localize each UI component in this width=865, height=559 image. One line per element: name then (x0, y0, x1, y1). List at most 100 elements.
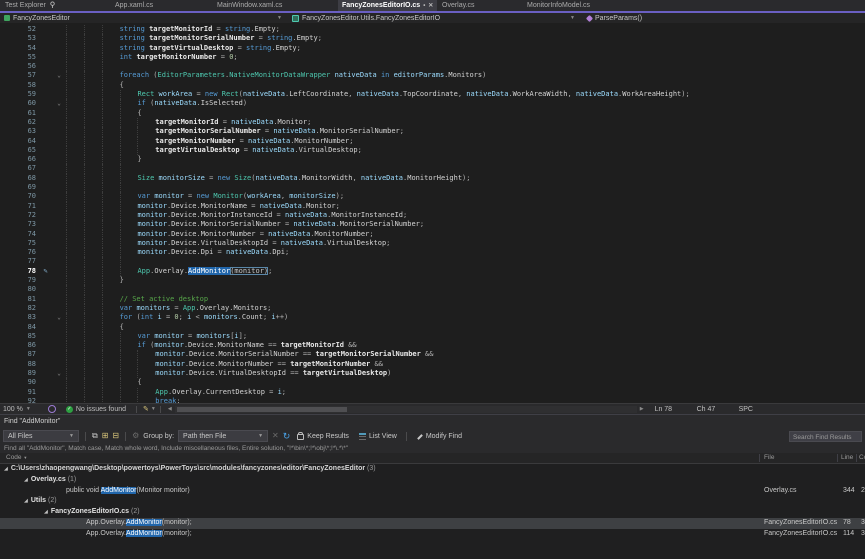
modify-find-button[interactable]: Modify Find (413, 433, 465, 440)
tab-app-xaml-cs[interactable]: App.xaml.cs (111, 0, 157, 11)
code-line-67[interactable]: 67 (0, 164, 865, 173)
code-line-53[interactable]: 53 string targetMonitorSerialNumber = st… (0, 34, 865, 43)
code-line-82[interactable]: 82 var monitors = App.Overlay.Monitors; (0, 304, 865, 313)
fold-collapse-icon[interactable]: ⌄ (52, 369, 66, 378)
code-line-62[interactable]: 62 targetMonitorId = nativeData.Monitor; (0, 118, 865, 127)
result-match-row[interactable]: App.Overlay.AddMonitor(monitor);FancyZon… (0, 518, 865, 529)
fold-collapse-icon[interactable]: ⌄ (52, 99, 66, 108)
list-view-icon (359, 433, 366, 440)
copy-icon[interactable]: ⧉ (92, 432, 98, 440)
code-line-59[interactable]: 59 Rect workArea = new Rect(nativeData.L… (0, 90, 865, 99)
close-icon[interactable]: ✕ (428, 3, 433, 9)
tab-label: Test Explorer (5, 2, 46, 9)
scope-dropdown[interactable]: All Files ▼ (3, 430, 79, 442)
code-line-75[interactable]: 75 monitor.Device.VirtualDesktopId = nat… (0, 239, 865, 248)
code-line-58[interactable]: 58 { (0, 81, 865, 90)
tab-test-explorer[interactable]: Test Explorer (1, 0, 60, 11)
result-match-row[interactable]: public void AddMonitor(Monitor monitor)O… (0, 486, 865, 497)
code-line-85[interactable]: 85 var monitor = monitors[i]; (0, 332, 865, 341)
fold-collapse-icon[interactable]: ⌄ (52, 313, 66, 322)
code-line-54[interactable]: 54 string targetVirtualDesktop = string.… (0, 44, 865, 53)
code-line-63[interactable]: 63 targetMonitorSerialNumber = nativeDat… (0, 127, 865, 136)
code-line-87[interactable]: 87 monitor.Device.MonitorSerialNumber ==… (0, 350, 865, 359)
code-line-76[interactable]: 76 monitor.Device.Dpi = nativeData.Dpi; (0, 248, 865, 257)
tab-fancyzoneseditorio-cs[interactable]: FancyZonesEditorIO.cs•✕ (338, 0, 437, 11)
code-line-70[interactable]: 70 var monitor = new Monitor(workArea, m… (0, 192, 865, 201)
scroll-right-icon[interactable]: ▶ (637, 406, 647, 412)
issues-status[interactable]: No issues found (76, 406, 126, 413)
edit-pencil-icon[interactable]: ✎ (39, 267, 52, 276)
code-line-68[interactable]: 68 Size monitorSize = new Size(nativeDat… (0, 174, 865, 183)
horizontal-scrollbar[interactable] (175, 406, 637, 413)
result-group-row[interactable]: ◢Utils (2) (0, 496, 865, 507)
code-line-90[interactable]: 90 { (0, 378, 865, 387)
settings-gear-icon[interactable]: ⚙ (132, 432, 139, 440)
code-line-88[interactable]: 88 monitor.Device.MonitorNumber == targe… (0, 360, 865, 369)
refresh-icon[interactable]: ↻ (283, 432, 291, 441)
group-by-dropdown[interactable]: Path then File ▼ (178, 430, 268, 442)
code-line-77[interactable]: 77 (0, 257, 865, 266)
code-text: foreach (EditorParameters.NativeMonitorD… (66, 71, 486, 80)
code-line-61[interactable]: 61 { (0, 109, 865, 118)
code-line-55[interactable]: 55 int targetMonitorNumber = 0; (0, 53, 865, 62)
type-dropdown[interactable]: FancyZonesEditor.Utils.FancyZonesEditorI… (288, 13, 583, 23)
project-dropdown[interactable]: FancyZonesEditor ▼ (0, 13, 288, 23)
column-divider[interactable] (856, 454, 857, 462)
column-header-column[interactable]: Column (859, 453, 865, 463)
keep-results-button[interactable]: Keep Results (294, 432, 352, 440)
scroll-left-icon[interactable]: ◀ (165, 406, 175, 412)
tab-overlay-cs[interactable]: Overlay.cs (438, 0, 479, 11)
expander-icon[interactable]: ◢ (4, 466, 8, 472)
member-dropdown[interactable]: ParseParams() (583, 13, 642, 23)
code-line-91[interactable]: 91 App.Overlay.CurrentDesktop = i; (0, 388, 865, 397)
code-line-83[interactable]: 83⌄ for (int i = 0; i < monitors.Count; … (0, 313, 865, 322)
tab-monitorinfomodel-cs[interactable]: MonitorInfoModel.cs (523, 0, 594, 11)
result-group-row[interactable]: ◢Overlay.cs (1) (0, 475, 865, 486)
collapse-all-icon[interactable]: ⊟ (112, 432, 119, 440)
tab-mainwindow-xaml-cs[interactable]: MainWindow.xaml.cs (213, 0, 286, 11)
document-health-icon[interactable] (48, 405, 56, 413)
breakpoint-margin (39, 71, 52, 80)
code-line-72[interactable]: 72 monitor.Device.MonitorInstanceId = na… (0, 211, 865, 220)
expander-icon[interactable]: ◢ (24, 498, 28, 504)
code-line-71[interactable]: 71 monitor.Device.MonitorName = nativeDa… (0, 202, 865, 211)
result-group-row[interactable]: ◢C:\Users\zhaopengwang\Desktop\powertoys… (0, 464, 865, 475)
column-header-code[interactable]: Code ▼ (6, 453, 27, 463)
code-line-73[interactable]: 73 monitor.Device.MonitorSerialNumber = … (0, 220, 865, 229)
fold-collapse-icon[interactable]: ⌄ (52, 71, 66, 80)
code-line-86[interactable]: 86 if (monitor.Device.MonitorName == tar… (0, 341, 865, 350)
zoom-selector[interactable]: 100 % ▼ (0, 406, 34, 413)
column-divider[interactable] (837, 454, 838, 462)
result-match-row[interactable]: App.Overlay.AddMonitor(monitor);FancyZon… (0, 529, 865, 540)
code-editor[interactable]: 52 string targetMonitorId = string.Empty… (0, 23, 865, 403)
column-header-file[interactable]: File (764, 453, 774, 463)
code-line-84[interactable]: 84 { (0, 323, 865, 332)
code-line-66[interactable]: 66 } (0, 155, 865, 164)
pin-icon[interactable] (49, 1, 56, 10)
expander-icon[interactable]: ◢ (24, 477, 28, 483)
scrollbar-thumb[interactable] (177, 407, 347, 412)
code-line-74[interactable]: 74 monitor.Device.MonitorNumber = native… (0, 230, 865, 239)
code-line-81[interactable]: 81 // Set active desktop (0, 295, 865, 304)
code-line-60[interactable]: 60⌄ if (nativeData.IsSelected) (0, 99, 865, 108)
code-line-79[interactable]: 79 } (0, 276, 865, 285)
code-cleanup-icon[interactable]: ✎ (143, 405, 149, 413)
column-header-line[interactable]: Line (841, 453, 853, 463)
breakpoint-margin (39, 174, 52, 183)
expander-icon[interactable]: ◢ (44, 509, 48, 515)
search-find-results-input[interactable]: Search Find Results (789, 431, 862, 442)
column-divider[interactable] (759, 454, 760, 462)
code-line-56[interactable]: 56 (0, 62, 865, 71)
code-line-57[interactable]: 57⌄ foreach (EditorParameters.NativeMoni… (0, 71, 865, 80)
fold-margin (52, 34, 66, 43)
code-line-80[interactable]: 80 (0, 285, 865, 294)
code-line-65[interactable]: 65 targetVirtualDesktop = nativeData.Vir… (0, 146, 865, 155)
result-group-row[interactable]: ◢FancyZonesEditorIO.cs (2) (0, 507, 865, 518)
code-line-89[interactable]: 89⌄ monitor.Device.VirtualDesktopId == t… (0, 369, 865, 378)
list-view-button[interactable]: List View (356, 433, 400, 440)
expand-all-icon[interactable]: ⊞ (102, 432, 109, 440)
code-line-78[interactable]: 78✎ App.Overlay.AddMonitor(monitor); (0, 267, 865, 276)
code-line-69[interactable]: 69 (0, 183, 865, 192)
code-line-52[interactable]: 52 string targetMonitorId = string.Empty… (0, 25, 865, 34)
code-line-64[interactable]: 64 targetMonitorNumber = nativeData.Moni… (0, 137, 865, 146)
